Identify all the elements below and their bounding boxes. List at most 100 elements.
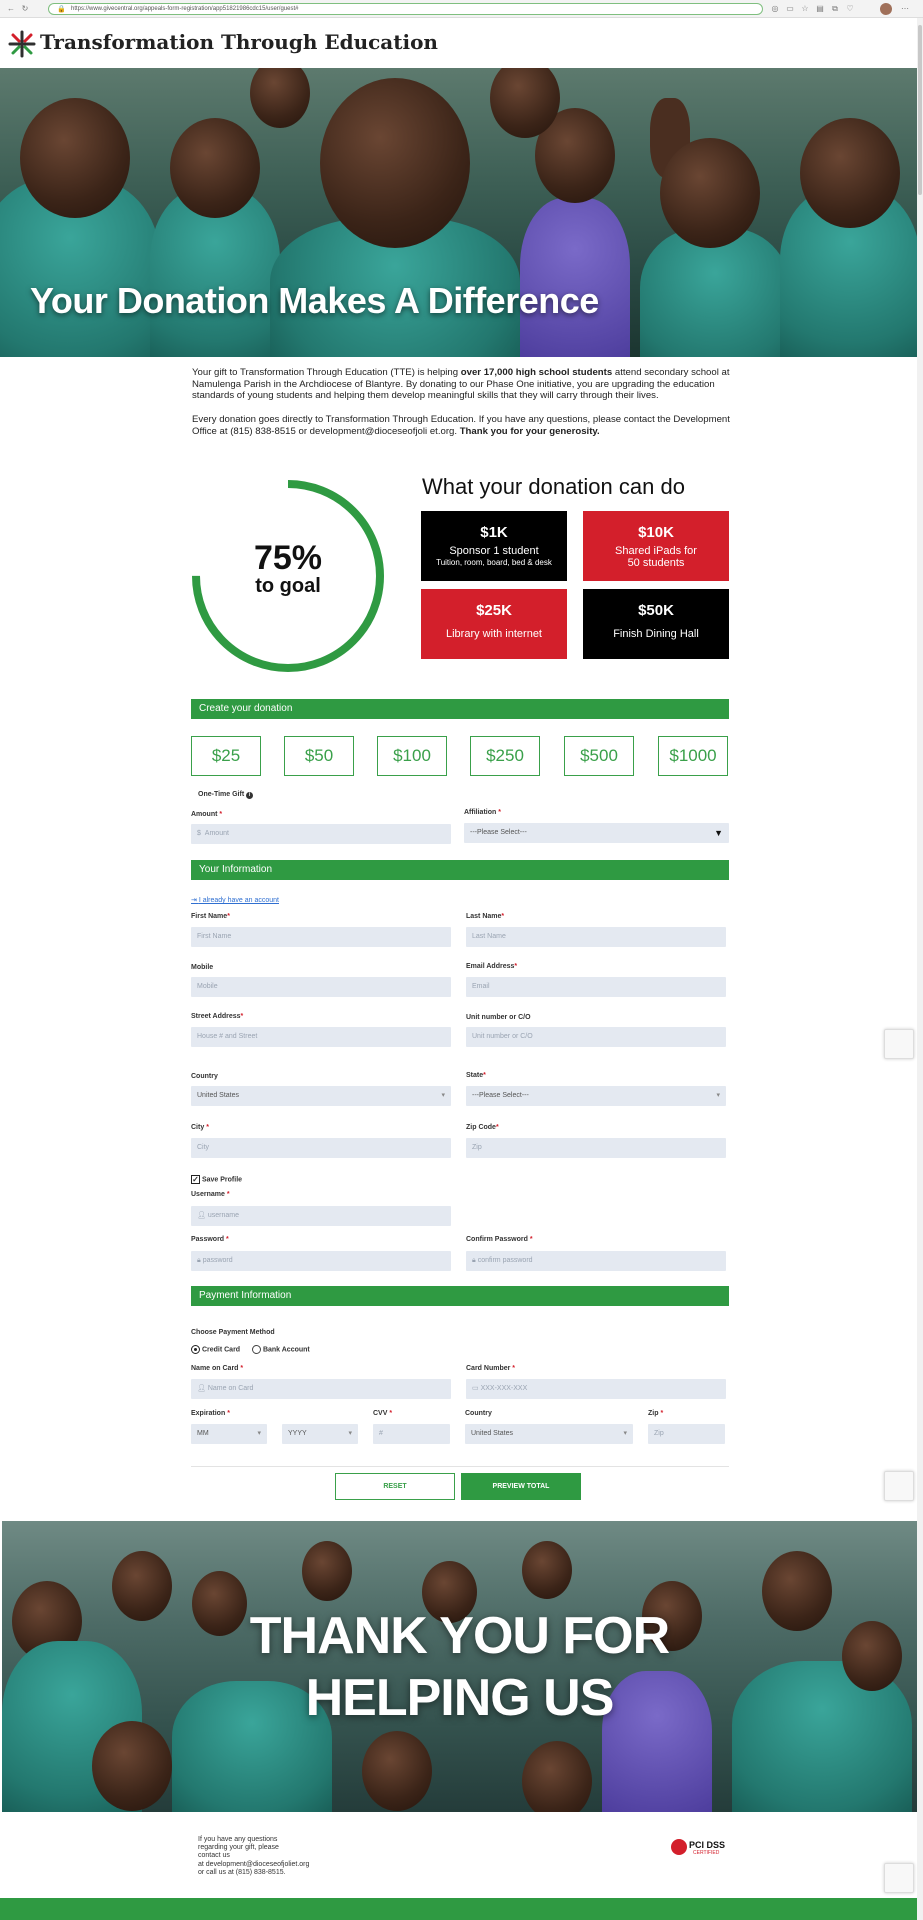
last-name-label: Last Name* xyxy=(466,913,505,920)
email-input[interactable]: Email xyxy=(466,977,726,997)
address-bar[interactable]: 🔒 https://www.givecentral.org/appeals-fo… xyxy=(48,3,763,15)
intro-paragraph-2: Every donation goes directly to Transfor… xyxy=(192,414,730,437)
recaptcha-icon[interactable] xyxy=(884,1471,914,1501)
refresh-icon[interactable]: ↻ xyxy=(20,4,30,14)
thank-you-line2: HELPING US xyxy=(305,1669,615,1727)
login-icon: ⇥ xyxy=(191,897,199,904)
impact-tile-25k: $25K Library with internet xyxy=(421,589,567,659)
tile-amount: $1K xyxy=(480,524,508,541)
recaptcha-icon[interactable] xyxy=(884,1029,914,1059)
heart-icon[interactable]: ♡ xyxy=(845,4,855,14)
tile-line1: Library with internet xyxy=(446,628,542,640)
caret-icon: ▾ xyxy=(348,1430,352,1437)
country-label: Country xyxy=(191,1073,218,1080)
preview-total-button[interactable]: PREVIEW TOTAL xyxy=(461,1473,581,1500)
mobile-label: Mobile xyxy=(191,964,214,971)
divider xyxy=(191,1466,729,1467)
progress-goal-label: to goal xyxy=(255,575,321,597)
caret-icon: ▾ xyxy=(716,1092,720,1099)
amount-button-1000[interactable]: $1000 xyxy=(658,736,728,776)
tile-line1: Shared iPads for 50 students xyxy=(615,545,697,569)
url-text: https://www.givecentral.org/appeals-form… xyxy=(71,6,299,12)
tile-line1: Finish Dining Hall xyxy=(613,628,699,640)
intro-paragraph-1: Your gift to Transformation Through Educ… xyxy=(192,367,730,401)
shield-icon[interactable]: ◎ xyxy=(770,4,780,14)
user-icon: 👤︎ xyxy=(197,1212,206,1219)
scrollbar-thumb[interactable] xyxy=(918,25,922,195)
scrollbar-track[interactable] xyxy=(917,18,923,1920)
card-name-label: Name on Card * xyxy=(191,1365,244,1372)
avatar[interactable] xyxy=(880,3,892,15)
last-name-input[interactable]: Last Name xyxy=(466,927,726,947)
card-name-input[interactable]: 👤︎ Name on Card xyxy=(191,1379,451,1399)
caret-icon: ▾ xyxy=(441,1092,445,1099)
payment-zip-label: Zip * xyxy=(648,1410,664,1417)
impact-tile-10k: $10K Shared iPads for 50 students xyxy=(583,511,729,581)
email-label: Email Address* xyxy=(466,963,518,970)
lock-icon: 🔒︎ xyxy=(472,1257,476,1264)
extensions-icon[interactable]: ⧉ xyxy=(830,4,840,14)
state-select[interactable]: ---Please Select--- ▾ xyxy=(466,1086,726,1106)
street-label: Street Address* xyxy=(191,1013,244,1020)
browser-toolbar: ← ↻ 🔒 https://www.givecentral.org/appeal… xyxy=(0,0,923,18)
country-select[interactable]: United States ▾ xyxy=(191,1086,451,1106)
mobile-input[interactable]: Mobile xyxy=(191,977,451,997)
recaptcha-icon[interactable] xyxy=(884,1863,914,1893)
expiration-month-select[interactable]: MM ▾ xyxy=(191,1424,267,1444)
unit-input[interactable]: Unit number or C/O xyxy=(466,1027,726,1047)
credit-card-icon: ▭ xyxy=(472,1385,479,1392)
payment-country-label: Country xyxy=(465,1410,492,1417)
amount-button-50[interactable]: $50 xyxy=(284,736,354,776)
radio-unselected-icon xyxy=(252,1345,261,1354)
caret-down-icon: ▼ xyxy=(714,828,723,838)
amount-button-100[interactable]: $100 xyxy=(377,736,447,776)
payment-country-select[interactable]: United States ▾ xyxy=(465,1424,633,1444)
one-time-gift-label: One-Time Gift i xyxy=(198,791,254,799)
tab-icon[interactable]: ▭ xyxy=(785,4,795,14)
footer-bar xyxy=(0,1898,917,1920)
amount-button-250[interactable]: $250 xyxy=(470,736,540,776)
cvv-label: CVV * xyxy=(373,1410,393,1417)
impact-tile-1k: $1K Sponsor 1 student Tuition, room, boa… xyxy=(421,511,567,581)
site-title[interactable]: Transformation Through Education xyxy=(40,30,438,54)
collections-icon[interactable]: ▤ xyxy=(815,4,825,14)
back-icon[interactable]: ← xyxy=(6,4,16,14)
zip-input[interactable]: Zip xyxy=(466,1138,726,1158)
credit-card-radio[interactable]: Credit Card xyxy=(191,1345,240,1354)
thank-you-line1: THANK YOU FOR xyxy=(249,1607,670,1665)
password-label: Password * xyxy=(191,1236,229,1243)
street-input[interactable]: House # and Street xyxy=(191,1027,451,1047)
caret-icon: ▾ xyxy=(623,1430,627,1437)
tile-amount: $50K xyxy=(638,602,674,619)
first-name-input[interactable]: First Name xyxy=(191,927,451,947)
menu-icon[interactable]: ⋯ xyxy=(900,4,910,14)
password-input[interactable]: 🔒︎ password xyxy=(191,1251,451,1271)
amount-button-500[interactable]: $500 xyxy=(564,736,634,776)
amount-input[interactable]: $ Amount xyxy=(191,824,451,844)
radio-selected-icon xyxy=(191,1345,200,1354)
username-label: Username * xyxy=(191,1191,230,1198)
save-profile-checkbox[interactable]: ✓ Save Profile xyxy=(191,1175,242,1184)
bank-account-radio[interactable]: Bank Account xyxy=(252,1345,310,1354)
card-number-input[interactable]: ▭ XXX-XXX-XXX xyxy=(466,1379,726,1399)
payment-method-label: Choose Payment Method xyxy=(191,1329,275,1336)
logo-icon[interactable] xyxy=(8,30,36,58)
currency-symbol: $ xyxy=(197,830,201,837)
affiliation-select[interactable]: ---Please Select--- ▼ xyxy=(464,823,729,843)
info-icon[interactable]: i xyxy=(246,792,254,799)
expiration-label: Expiration * xyxy=(191,1410,230,1417)
page: ← ↻ 🔒 https://www.givecentral.org/appeal… xyxy=(0,0,923,1920)
lock-icon: 🔒︎ xyxy=(197,1257,201,1264)
amount-button-25[interactable]: $25 xyxy=(191,736,261,776)
username-input[interactable]: 👤︎ username xyxy=(191,1206,451,1226)
favorites-icon[interactable]: ☆ xyxy=(800,4,810,14)
city-input[interactable]: City xyxy=(191,1138,451,1158)
thank-you-heading: THANK YOU FOR HELPING US xyxy=(2,1605,917,1729)
cvv-input[interactable]: # xyxy=(373,1424,450,1444)
login-link[interactable]: ⇥ I already have an account xyxy=(191,896,279,904)
expiration-year-select[interactable]: YYYY ▾ xyxy=(282,1424,358,1444)
impact-title: What your donation can do xyxy=(422,474,685,499)
reset-button[interactable]: RESET xyxy=(335,1473,455,1500)
confirm-password-input[interactable]: 🔒︎ confirm password xyxy=(466,1251,726,1271)
payment-zip-input[interactable]: Zip xyxy=(648,1424,725,1444)
